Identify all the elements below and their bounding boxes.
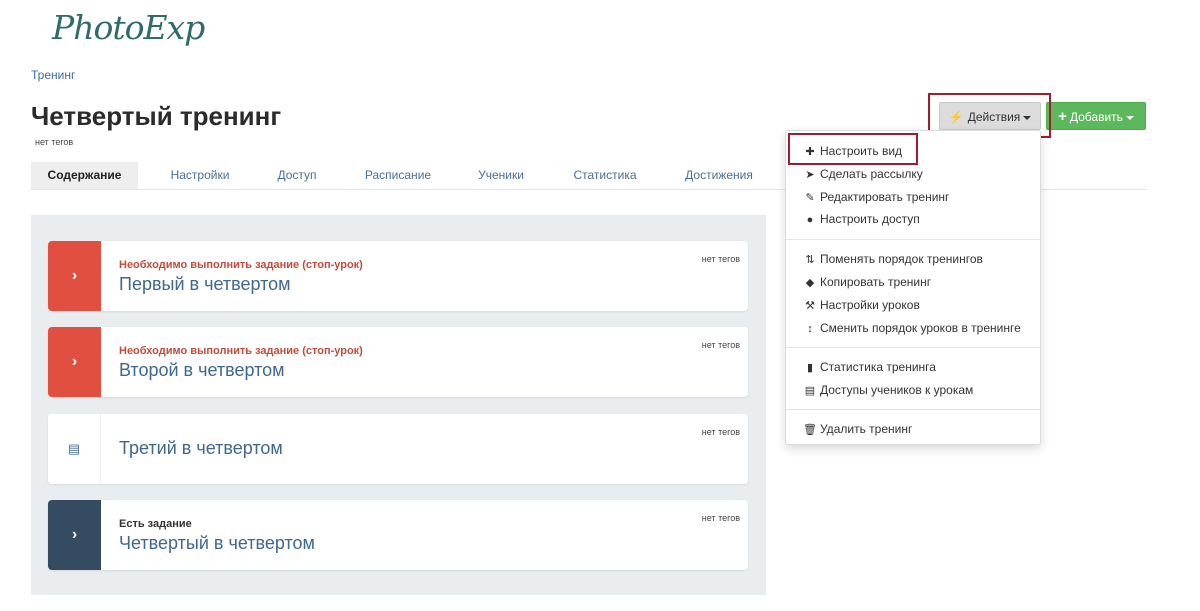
training-tags: нет тегов xyxy=(35,137,74,147)
trash-icon: 🗑 xyxy=(803,424,817,436)
actions-dropdown-menu: ✚ Настроить вид ➤ Сделать рассылку ✎ Редакт… xyxy=(785,130,1041,445)
menu-item-label: Удалить тренинг xyxy=(820,422,913,436)
lesson-card[interactable]: ▤ Третий в четвертом нет тегов xyxy=(48,414,748,484)
lesson-card[interactable]: › Необходимо выполнить задание (стоп-уро… xyxy=(48,327,748,397)
lesson-title[interactable]: Четвертый в четвертом xyxy=(119,533,315,554)
menu-item-lesson-settings[interactable]: ⚒ Настройки уроков xyxy=(803,298,920,312)
menu-item-copy-training[interactable]: ◆ Копировать тренинг xyxy=(803,275,931,289)
tab-access[interactable]: Доступ xyxy=(263,162,331,189)
menu-item-training-statistics[interactable]: ▮ Статистика тренинга xyxy=(803,360,936,374)
tab-achievements[interactable]: Достижения xyxy=(674,162,764,189)
list-icon: ▤ xyxy=(804,385,816,397)
menu-item-label: Копировать тренинг xyxy=(820,275,932,289)
tab-settings[interactable]: Настройки xyxy=(151,162,249,189)
tags-icon: ◆ xyxy=(805,277,815,289)
add-button-label: Добавить xyxy=(1069,110,1123,124)
lesson-open-button[interactable]: › xyxy=(48,241,101,311)
lesson-tags: нет тегов xyxy=(701,427,740,437)
chevron-right-icon: › xyxy=(71,353,78,370)
breadcrumb[interactable]: Тренинг xyxy=(31,68,75,82)
sort-icon: ⇅ xyxy=(805,254,815,266)
lesson-title[interactable]: Первый в четвертом xyxy=(119,274,291,295)
menu-item-label: Доступы учеников к урокам xyxy=(820,383,974,397)
highlight-frame-customize-view xyxy=(788,133,918,165)
tab-content[interactable]: Содержание xyxy=(31,162,138,189)
logo: PhotoExp xyxy=(52,8,205,47)
bar-chart-icon: ▮ xyxy=(806,362,814,374)
tab-students[interactable]: Ученики xyxy=(465,162,537,189)
tab-schedule[interactable]: Расписание xyxy=(353,162,443,189)
menu-item-label: Сменить порядок уроков в тренинге xyxy=(820,321,1021,335)
menu-item-student-lesson-access[interactable]: ▤ Доступы учеников к урокам xyxy=(803,383,973,397)
lesson-title[interactable]: Второй в четвертом xyxy=(119,360,285,381)
edit-icon: ✎ xyxy=(805,192,815,204)
menu-item-send-mailing[interactable]: ➤ Сделать рассылку xyxy=(803,167,923,181)
menu-item-reorder-lessons[interactable]: ↕ Сменить порядок уроков в тренинге xyxy=(803,321,1021,335)
lesson-status: Необходимо выполнить задание (стоп-урок) xyxy=(119,345,363,357)
tab-statistics[interactable]: Статистика xyxy=(563,162,647,189)
lesson-tags: нет тегов xyxy=(701,254,740,264)
lesson-status: Есть задание xyxy=(119,518,192,530)
lesson-tags: нет тегов xyxy=(701,513,740,523)
lesson-card[interactable]: › Есть задание Четвертый в четвертом нет… xyxy=(48,500,748,570)
wrench-icon: ⚒ xyxy=(805,300,815,312)
user-icon: ● xyxy=(806,214,814,226)
lesson-status: Необходимо выполнить задание (стоп-урок) xyxy=(119,259,363,271)
menu-item-configure-access[interactable]: ● Настроить доступ xyxy=(803,212,920,226)
menu-item-delete-training[interactable]: 🗑 Удалить тренинг xyxy=(803,422,912,436)
lesson-card[interactable]: › Необходимо выполнить задание (стоп-уро… xyxy=(48,241,748,311)
lesson-open-button[interactable]: › xyxy=(48,500,101,570)
caret-down-icon xyxy=(1125,115,1134,120)
lesson-open-button[interactable]: ▤ xyxy=(48,414,101,484)
menu-item-edit-training[interactable]: ✎ Редактировать тренинг xyxy=(803,190,949,204)
menu-divider xyxy=(786,347,1040,348)
list-icon: ▤ xyxy=(67,441,81,456)
menu-item-label: Редактировать тренинг xyxy=(820,190,950,204)
paper-plane-icon: ➤ xyxy=(805,169,815,181)
menu-item-label: Настройки уроков xyxy=(820,298,920,312)
sort-arrows-icon: ↕ xyxy=(807,323,813,335)
menu-item-label: Статистика тренинга xyxy=(820,360,936,374)
page-title: Четвертый тренинг xyxy=(31,101,282,131)
menu-divider xyxy=(786,239,1040,240)
lesson-open-button[interactable]: › xyxy=(48,327,101,397)
menu-item-label: Поменять порядок тренингов xyxy=(820,252,983,266)
menu-item-label: Сделать рассылку xyxy=(820,167,923,181)
lesson-tags: нет тегов xyxy=(701,340,740,350)
chevron-right-icon: › xyxy=(71,267,78,284)
menu-item-label: Настроить доступ xyxy=(820,212,920,226)
chevron-right-icon: › xyxy=(71,526,78,543)
lesson-title[interactable]: Третий в четвертом xyxy=(119,438,283,459)
menu-divider xyxy=(786,409,1040,410)
add-button[interactable]: + Добавить xyxy=(1046,102,1146,130)
plus-icon: + xyxy=(1058,108,1067,125)
menu-item-reorder-trainings[interactable]: ⇅ Поменять порядок тренингов xyxy=(803,252,983,266)
